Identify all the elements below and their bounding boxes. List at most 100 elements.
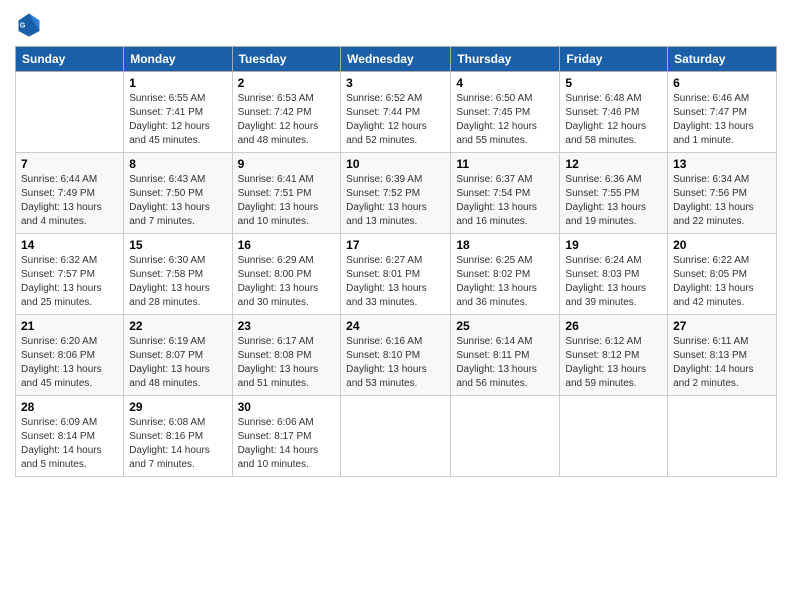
- day-info: Sunrise: 6:46 AMSunset: 7:47 PMDaylight:…: [673, 92, 771, 148]
- day-number: 29: [129, 400, 226, 414]
- day-number: 1: [129, 76, 226, 90]
- day-info: Sunrise: 6:50 AMSunset: 7:45 PMDaylight:…: [456, 92, 554, 148]
- day-number: 15: [129, 238, 226, 252]
- day-cell: 30 Sunrise: 6:06 AMSunset: 8:17 PMDayligh…: [232, 396, 341, 477]
- day-cell: 14 Sunrise: 6:32 AMSunset: 7:57 PMDayligh…: [16, 234, 124, 315]
- day-number: 30: [238, 400, 336, 414]
- day-info: Sunrise: 6:11 AMSunset: 8:13 PMDaylight:…: [673, 335, 771, 391]
- day-number: 20: [673, 238, 771, 252]
- day-cell: 12 Sunrise: 6:36 AMSunset: 7:55 PMDayligh…: [560, 153, 668, 234]
- day-number: 19: [565, 238, 662, 252]
- day-info: Sunrise: 6:39 AMSunset: 7:52 PMDaylight:…: [346, 173, 445, 229]
- day-cell: 1 Sunrise: 6:55 AMSunset: 7:41 PMDaylight…: [124, 72, 232, 153]
- day-cell: 10 Sunrise: 6:39 AMSunset: 7:52 PMDayligh…: [341, 153, 451, 234]
- day-info: Sunrise: 6:20 AMSunset: 8:06 PMDaylight:…: [21, 335, 118, 391]
- day-cell: 26 Sunrise: 6:12 AMSunset: 8:12 PMDayligh…: [560, 315, 668, 396]
- day-cell: 24Sunrise: 6:16 AMSunset: 8:10 PMDayligh…: [341, 315, 451, 396]
- day-number: 23: [238, 319, 336, 333]
- day-info: Sunrise: 6:14 AMSunset: 8:11 PMDaylight:…: [456, 335, 554, 391]
- day-info: Sunrise: 6:41 AMSunset: 7:51 PMDaylight:…: [238, 173, 336, 229]
- day-info: Sunrise: 6:43 AMSunset: 7:50 PMDaylight:…: [129, 173, 226, 229]
- day-cell: 20 Sunrise: 6:22 AMSunset: 8:05 PMDayligh…: [668, 234, 777, 315]
- day-number: 9: [238, 157, 336, 171]
- day-number: 6: [673, 76, 771, 90]
- day-cell: 21 Sunrise: 6:20 AMSunset: 8:06 PMDayligh…: [16, 315, 124, 396]
- day-number: 22: [129, 319, 226, 333]
- day-info: Sunrise: 6:24 AMSunset: 8:03 PMDaylight:…: [565, 254, 662, 310]
- day-number: 14: [21, 238, 118, 252]
- day-number: 4: [456, 76, 554, 90]
- day-info: Sunrise: 6:12 AMSunset: 8:12 PMDaylight:…: [565, 335, 662, 391]
- week-row: 14 Sunrise: 6:32 AMSunset: 7:57 PMDayligh…: [16, 234, 777, 315]
- day-info: Sunrise: 6:53 AMSunset: 7:42 PMDaylight:…: [238, 92, 336, 148]
- day-cell: 15 Sunrise: 6:30 AMSunset: 7:58 PMDayligh…: [124, 234, 232, 315]
- day-info: Sunrise: 6:08 AMSunset: 8:16 PMDaylight:…: [129, 416, 226, 472]
- week-row: 21 Sunrise: 6:20 AMSunset: 8:06 PMDayligh…: [16, 315, 777, 396]
- day-cell: [16, 72, 124, 153]
- day-number: 3: [346, 76, 445, 90]
- weekday-header: Sunday: [16, 47, 124, 72]
- day-info: Sunrise: 6:48 AMSunset: 7:46 PMDaylight:…: [565, 92, 662, 148]
- weekday-header: Friday: [560, 47, 668, 72]
- day-cell: 5 Sunrise: 6:48 AMSunset: 7:46 PMDaylight…: [560, 72, 668, 153]
- day-info: Sunrise: 6:25 AMSunset: 8:02 PMDaylight:…: [456, 254, 554, 310]
- logo-icon: G: [15, 10, 43, 38]
- day-cell: 6 Sunrise: 6:46 AMSunset: 7:47 PMDaylight…: [668, 72, 777, 153]
- day-cell: 2Sunrise: 6:53 AMSunset: 7:42 PMDaylight…: [232, 72, 341, 153]
- day-number: 25: [456, 319, 554, 333]
- day-cell: [341, 396, 451, 477]
- calendar: SundayMondayTuesdayWednesdayThursdayFrid…: [15, 46, 777, 477]
- day-cell: 16 Sunrise: 6:29 AMSunset: 8:00 PMDayligh…: [232, 234, 341, 315]
- day-cell: 18 Sunrise: 6:25 AMSunset: 8:02 PMDayligh…: [451, 234, 560, 315]
- day-cell: 22Sunrise: 6:19 AMSunset: 8:07 PMDayligh…: [124, 315, 232, 396]
- weekday-header: Wednesday: [341, 47, 451, 72]
- day-number: 8: [129, 157, 226, 171]
- day-number: 12: [565, 157, 662, 171]
- day-info: Sunrise: 6:09 AMSunset: 8:14 PMDaylight:…: [21, 416, 118, 472]
- day-number: 5: [565, 76, 662, 90]
- day-info: Sunrise: 6:17 AMSunset: 8:08 PMDaylight:…: [238, 335, 336, 391]
- day-info: Sunrise: 6:27 AMSunset: 8:01 PMDaylight:…: [346, 254, 445, 310]
- day-number: 27: [673, 319, 771, 333]
- day-cell: 4 Sunrise: 6:50 AMSunset: 7:45 PMDaylight…: [451, 72, 560, 153]
- day-cell: [560, 396, 668, 477]
- calendar-header-row: SundayMondayTuesdayWednesdayThursdayFrid…: [16, 47, 777, 72]
- day-cell: 19 Sunrise: 6:24 AMSunset: 8:03 PMDayligh…: [560, 234, 668, 315]
- day-info: Sunrise: 6:55 AMSunset: 7:41 PMDaylight:…: [129, 92, 226, 148]
- weekday-header: Thursday: [451, 47, 560, 72]
- week-row: 28 Sunrise: 6:09 AMSunset: 8:14 PMDayligh…: [16, 396, 777, 477]
- day-info: Sunrise: 6:32 AMSunset: 7:57 PMDaylight:…: [21, 254, 118, 310]
- day-info: Sunrise: 6:06 AMSunset: 8:17 PMDaylight:…: [238, 416, 336, 472]
- day-cell: 17 Sunrise: 6:27 AMSunset: 8:01 PMDayligh…: [341, 234, 451, 315]
- day-cell: 23 Sunrise: 6:17 AMSunset: 8:08 PMDayligh…: [232, 315, 341, 396]
- day-info: Sunrise: 6:36 AMSunset: 7:55 PMDaylight:…: [565, 173, 662, 229]
- day-number: 10: [346, 157, 445, 171]
- day-cell: 29 Sunrise: 6:08 AMSunset: 8:16 PMDayligh…: [124, 396, 232, 477]
- day-number: 7: [21, 157, 118, 171]
- day-number: 17: [346, 238, 445, 252]
- svg-text:G: G: [20, 23, 26, 30]
- day-info: Sunrise: 6:30 AMSunset: 7:58 PMDaylight:…: [129, 254, 226, 310]
- day-cell: 9 Sunrise: 6:41 AMSunset: 7:51 PMDaylight…: [232, 153, 341, 234]
- week-row: 1 Sunrise: 6:55 AMSunset: 7:41 PMDaylight…: [16, 72, 777, 153]
- day-number: 18: [456, 238, 554, 252]
- day-number: 13: [673, 157, 771, 171]
- day-info: Sunrise: 6:29 AMSunset: 8:00 PMDaylight:…: [238, 254, 336, 310]
- day-info: Sunrise: 6:44 AMSunset: 7:49 PMDaylight:…: [21, 173, 118, 229]
- day-number: 24: [346, 319, 445, 333]
- week-row: 7 Sunrise: 6:44 AMSunset: 7:49 PMDaylight…: [16, 153, 777, 234]
- day-number: 26: [565, 319, 662, 333]
- day-cell: 25 Sunrise: 6:14 AMSunset: 8:11 PMDayligh…: [451, 315, 560, 396]
- weekday-header: Saturday: [668, 47, 777, 72]
- day-cell: 13Sunrise: 6:34 AMSunset: 7:56 PMDayligh…: [668, 153, 777, 234]
- day-number: 16: [238, 238, 336, 252]
- logo: G: [15, 10, 47, 38]
- day-info: Sunrise: 6:22 AMSunset: 8:05 PMDaylight:…: [673, 254, 771, 310]
- weekday-header: Tuesday: [232, 47, 341, 72]
- day-number: 21: [21, 319, 118, 333]
- day-cell: [451, 396, 560, 477]
- day-info: Sunrise: 6:37 AMSunset: 7:54 PMDaylight:…: [456, 173, 554, 229]
- day-number: 28: [21, 400, 118, 414]
- day-cell: 11 Sunrise: 6:37 AMSunset: 7:54 PMDayligh…: [451, 153, 560, 234]
- day-number: 11: [456, 157, 554, 171]
